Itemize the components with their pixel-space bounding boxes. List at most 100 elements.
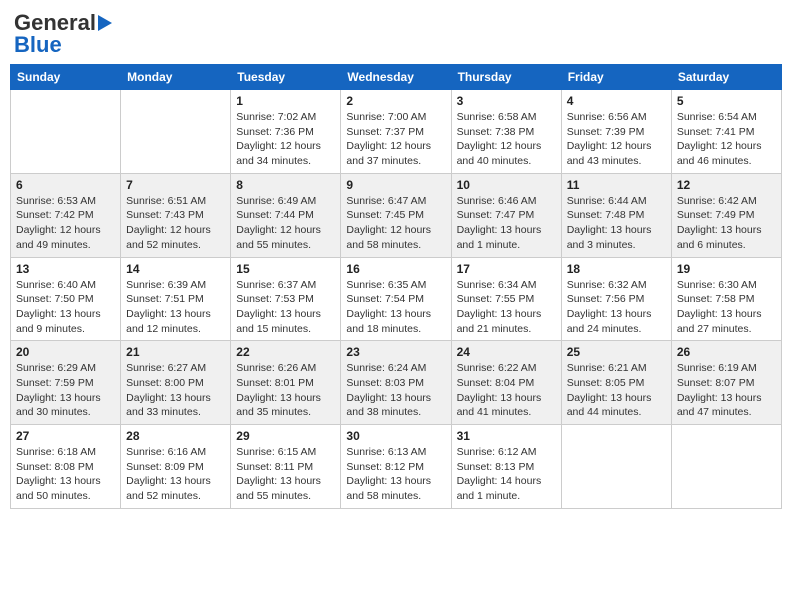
day-info: Sunrise: 6:44 AMSunset: 7:48 PMDaylight:… (567, 194, 666, 253)
logo: General Blue (14, 10, 112, 58)
day-number: 24 (457, 345, 556, 359)
day-cell: 31 Sunrise: 6:12 AMSunset: 8:13 PMDayligh… (451, 425, 561, 509)
day-number: 14 (126, 262, 225, 276)
day-cell: 15 Sunrise: 6:37 AMSunset: 7:53 PMDayligh… (231, 257, 341, 341)
day-number: 2 (346, 94, 445, 108)
col-header-friday: Friday (561, 65, 671, 90)
day-cell: 26 Sunrise: 6:19 AMSunset: 8:07 PMDayligh… (671, 341, 781, 425)
day-cell: 8 Sunrise: 6:49 AMSunset: 7:44 PMDaylight… (231, 173, 341, 257)
day-info: Sunrise: 6:49 AMSunset: 7:44 PMDaylight:… (236, 194, 335, 253)
day-cell: 28 Sunrise: 6:16 AMSunset: 8:09 PMDayligh… (121, 425, 231, 509)
day-number: 25 (567, 345, 666, 359)
day-number: 20 (16, 345, 115, 359)
day-info: Sunrise: 6:54 AMSunset: 7:41 PMDaylight:… (677, 110, 776, 169)
day-info: Sunrise: 6:13 AMSunset: 8:12 PMDaylight:… (346, 445, 445, 504)
day-info: Sunrise: 7:02 AMSunset: 7:36 PMDaylight:… (236, 110, 335, 169)
day-number: 28 (126, 429, 225, 443)
day-info: Sunrise: 6:24 AMSunset: 8:03 PMDaylight:… (346, 361, 445, 420)
day-info: Sunrise: 6:16 AMSunset: 8:09 PMDaylight:… (126, 445, 225, 504)
col-header-wednesday: Wednesday (341, 65, 451, 90)
day-info: Sunrise: 6:19 AMSunset: 8:07 PMDaylight:… (677, 361, 776, 420)
day-info: Sunrise: 6:18 AMSunset: 8:08 PMDaylight:… (16, 445, 115, 504)
day-cell: 10Sunrise: 6:46 AMSunset: 7:47 PMDayligh… (451, 173, 561, 257)
day-number: 12 (677, 178, 776, 192)
day-cell: 20 Sunrise: 6:29 AMSunset: 7:59 PMDayligh… (11, 341, 121, 425)
day-number: 19 (677, 262, 776, 276)
week-row-1: 1 Sunrise: 7:02 AMSunset: 7:36 PMDaylight… (11, 90, 782, 174)
day-cell: 5 Sunrise: 6:54 AMSunset: 7:41 PMDaylight… (671, 90, 781, 174)
day-number: 7 (126, 178, 225, 192)
day-cell: 18Sunrise: 6:32 AMSunset: 7:56 PMDayligh… (561, 257, 671, 341)
day-info: Sunrise: 6:47 AMSunset: 7:45 PMDaylight:… (346, 194, 445, 253)
day-info: Sunrise: 6:37 AMSunset: 7:53 PMDaylight:… (236, 278, 335, 337)
day-cell: 2 Sunrise: 7:00 AMSunset: 7:37 PMDaylight… (341, 90, 451, 174)
day-cell: 1 Sunrise: 7:02 AMSunset: 7:36 PMDaylight… (231, 90, 341, 174)
day-cell: 21 Sunrise: 6:27 AMSunset: 8:00 PMDayligh… (121, 341, 231, 425)
day-number: 31 (457, 429, 556, 443)
day-cell (671, 425, 781, 509)
col-header-monday: Monday (121, 65, 231, 90)
col-header-tuesday: Tuesday (231, 65, 341, 90)
day-number: 21 (126, 345, 225, 359)
day-cell: 30 Sunrise: 6:13 AMSunset: 8:12 PMDayligh… (341, 425, 451, 509)
day-cell: 11 Sunrise: 6:44 AMSunset: 7:48 PMDayligh… (561, 173, 671, 257)
day-cell: 13 Sunrise: 6:40 AMSunset: 7:50 PMDayligh… (11, 257, 121, 341)
day-cell: 27 Sunrise: 6:18 AMSunset: 8:08 PMDayligh… (11, 425, 121, 509)
day-cell: 24 Sunrise: 6:22 AMSunset: 8:04 PMDayligh… (451, 341, 561, 425)
logo-arrow-icon (98, 15, 112, 31)
day-info: Sunrise: 6:58 AMSunset: 7:38 PMDaylight:… (457, 110, 556, 169)
day-cell: 25 Sunrise: 6:21 AMSunset: 8:05 PMDayligh… (561, 341, 671, 425)
day-number: 16 (346, 262, 445, 276)
day-number: 13 (16, 262, 115, 276)
day-info: Sunrise: 6:39 AMSunset: 7:51 PMDaylight:… (126, 278, 225, 337)
day-info: Sunrise: 6:27 AMSunset: 8:00 PMDaylight:… (126, 361, 225, 420)
day-cell: 14 Sunrise: 6:39 AMSunset: 7:51 PMDayligh… (121, 257, 231, 341)
day-number: 29 (236, 429, 335, 443)
day-number: 17 (457, 262, 556, 276)
day-number: 15 (236, 262, 335, 276)
day-info: Sunrise: 6:22 AMSunset: 8:04 PMDaylight:… (457, 361, 556, 420)
day-info: Sunrise: 6:21 AMSunset: 8:05 PMDaylight:… (567, 361, 666, 420)
day-cell: 16 Sunrise: 6:35 AMSunset: 7:54 PMDayligh… (341, 257, 451, 341)
week-row-2: 6 Sunrise: 6:53 AMSunset: 7:42 PMDaylight… (11, 173, 782, 257)
day-info: Sunrise: 6:15 AMSunset: 8:11 PMDaylight:… (236, 445, 335, 504)
day-cell: 22 Sunrise: 6:26 AMSunset: 8:01 PMDayligh… (231, 341, 341, 425)
day-info: Sunrise: 6:29 AMSunset: 7:59 PMDaylight:… (16, 361, 115, 420)
day-info: Sunrise: 6:40 AMSunset: 7:50 PMDaylight:… (16, 278, 115, 337)
day-number: 27 (16, 429, 115, 443)
day-number: 10 (457, 178, 556, 192)
day-info: Sunrise: 7:00 AMSunset: 7:37 PMDaylight:… (346, 110, 445, 169)
day-cell: 19 Sunrise: 6:30 AMSunset: 7:58 PMDayligh… (671, 257, 781, 341)
logo-blue: Blue (14, 32, 62, 58)
day-number: 6 (16, 178, 115, 192)
day-number: 8 (236, 178, 335, 192)
day-cell: 29 Sunrise: 6:15 AMSunset: 8:11 PMDayligh… (231, 425, 341, 509)
day-cell: 4 Sunrise: 6:56 AMSunset: 7:39 PMDaylight… (561, 90, 671, 174)
day-number: 1 (236, 94, 335, 108)
day-number: 11 (567, 178, 666, 192)
day-number: 26 (677, 345, 776, 359)
day-info: Sunrise: 6:32 AMSunset: 7:56 PMDaylight:… (567, 278, 666, 337)
page-header: General Blue (10, 10, 782, 58)
day-cell: 23Sunrise: 6:24 AMSunset: 8:03 PMDayligh… (341, 341, 451, 425)
day-cell: 6 Sunrise: 6:53 AMSunset: 7:42 PMDaylight… (11, 173, 121, 257)
col-header-thursday: Thursday (451, 65, 561, 90)
day-info: Sunrise: 6:53 AMSunset: 7:42 PMDaylight:… (16, 194, 115, 253)
day-cell: 7 Sunrise: 6:51 AMSunset: 7:43 PMDaylight… (121, 173, 231, 257)
day-info: Sunrise: 6:12 AMSunset: 8:13 PMDaylight:… (457, 445, 556, 504)
day-info: Sunrise: 6:51 AMSunset: 7:43 PMDaylight:… (126, 194, 225, 253)
day-number: 30 (346, 429, 445, 443)
day-info: Sunrise: 6:30 AMSunset: 7:58 PMDaylight:… (677, 278, 776, 337)
day-number: 4 (567, 94, 666, 108)
day-info: Sunrise: 6:26 AMSunset: 8:01 PMDaylight:… (236, 361, 335, 420)
day-info: Sunrise: 6:56 AMSunset: 7:39 PMDaylight:… (567, 110, 666, 169)
day-number: 5 (677, 94, 776, 108)
calendar-header-row: SundayMondayTuesdayWednesdayThursdayFrid… (11, 65, 782, 90)
col-header-saturday: Saturday (671, 65, 781, 90)
col-header-sunday: Sunday (11, 65, 121, 90)
day-cell (11, 90, 121, 174)
week-row-4: 20 Sunrise: 6:29 AMSunset: 7:59 PMDayligh… (11, 341, 782, 425)
day-info: Sunrise: 6:35 AMSunset: 7:54 PMDaylight:… (346, 278, 445, 337)
day-number: 22 (236, 345, 335, 359)
day-info: Sunrise: 6:42 AMSunset: 7:49 PMDaylight:… (677, 194, 776, 253)
